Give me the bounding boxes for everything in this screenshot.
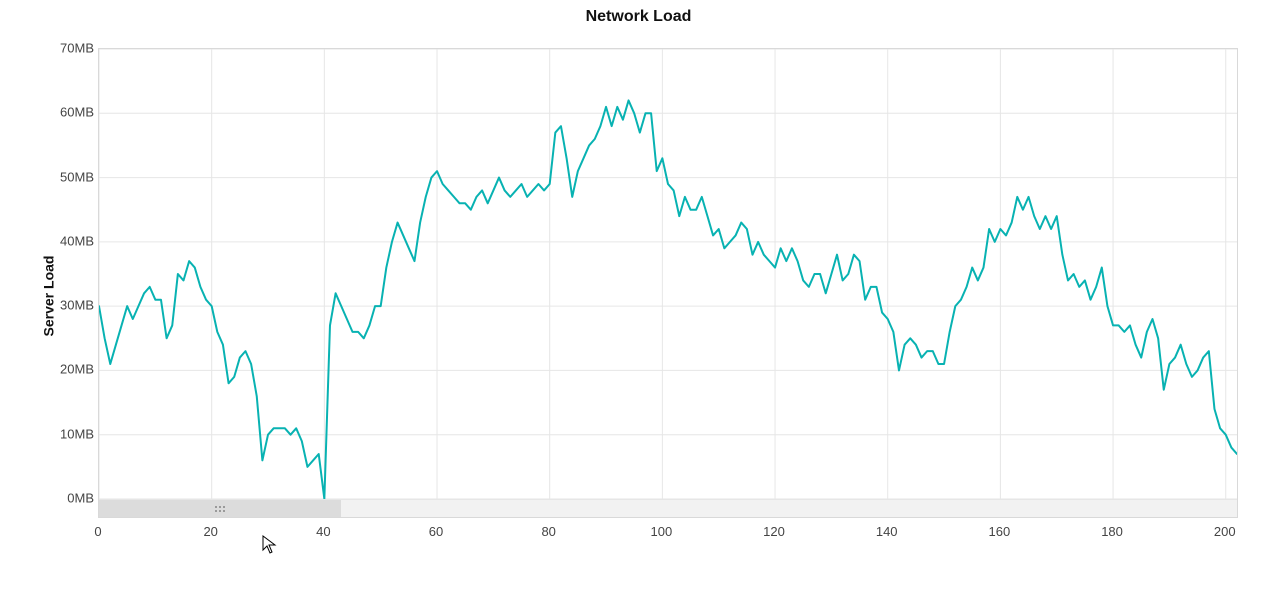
x-tick-label: 120 [763, 524, 785, 539]
horizontal-scrollbar-track[interactable] [99, 499, 1237, 517]
cursor-icon [262, 535, 278, 555]
y-tick-label: 50MB [44, 169, 94, 184]
x-tick-label: 160 [989, 524, 1011, 539]
y-tick-label: 20MB [44, 362, 94, 377]
x-tick-label: 180 [1101, 524, 1123, 539]
grip-icon [215, 506, 225, 512]
horizontal-scrollbar-thumb[interactable] [99, 500, 341, 517]
y-tick-label: 40MB [44, 233, 94, 248]
x-tick-label: 40 [316, 524, 330, 539]
y-tick-label: 0MB [44, 491, 94, 506]
y-tick-label: 30MB [44, 298, 94, 313]
chart-svg [99, 49, 1237, 517]
y-axis-label: Server Load [40, 255, 56, 336]
x-tick-label: 100 [651, 524, 673, 539]
chart-plot-area[interactable] [98, 48, 1238, 518]
x-tick-label: 80 [541, 524, 555, 539]
x-tick-label: 200 [1214, 524, 1236, 539]
x-tick-label: 20 [203, 524, 217, 539]
x-tick-label: 60 [429, 524, 443, 539]
y-tick-label: 60MB [44, 105, 94, 120]
chart-title: Network Load [0, 8, 1277, 26]
x-tick-label: 0 [94, 524, 101, 539]
y-tick-label: 10MB [44, 426, 94, 441]
x-tick-label: 140 [876, 524, 898, 539]
y-tick-label: 70MB [44, 41, 94, 56]
